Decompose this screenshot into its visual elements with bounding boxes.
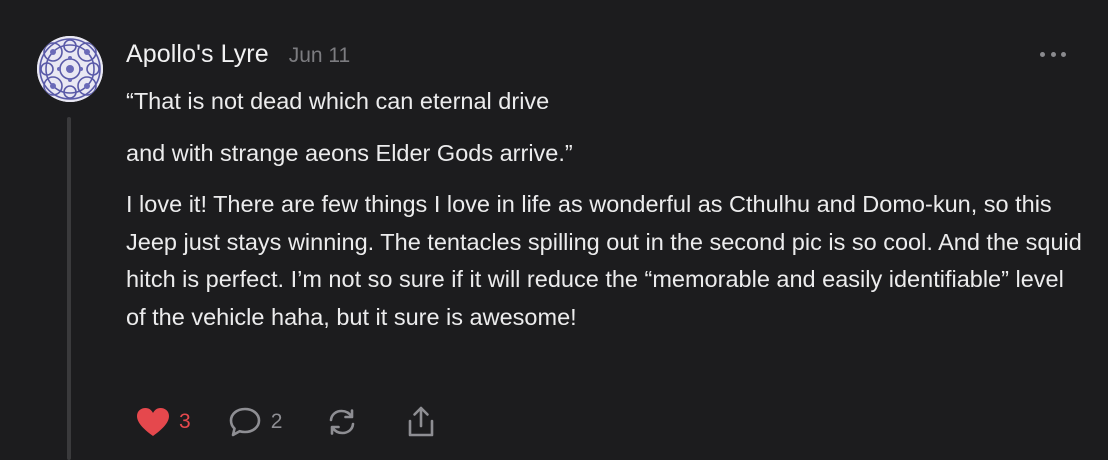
comment-body: “That is not dead which can eternal driv…: [126, 83, 1086, 336]
like-button[interactable]: 3: [136, 407, 191, 437]
comment-date[interactable]: Jun 11: [289, 44, 351, 68]
comment-paragraph: “That is not dead which can eternal driv…: [126, 88, 550, 114]
reply-button[interactable]: 2: [228, 406, 283, 438]
comment: Apollo's Lyre Jun 11 “That is not dead w…: [0, 0, 1108, 460]
share-button[interactable]: [406, 405, 436, 439]
author-name[interactable]: Apollo's Lyre: [126, 40, 269, 69]
ornamental-pattern-avatar: [37, 36, 103, 102]
restack-button[interactable]: [326, 406, 358, 438]
speech-bubble-icon: [229, 407, 260, 437]
heart-icon: [137, 408, 169, 436]
restack-icon: [330, 409, 355, 435]
share-icon: [409, 406, 434, 437]
comment-header: Apollo's Lyre Jun 11: [126, 40, 350, 69]
more-horizontal-icon: [1040, 51, 1045, 57]
reply-count: 2: [270, 410, 283, 433]
comment-paragraph: and with strange aeons Elder Gods arrive…: [126, 139, 573, 166]
thread-line[interactable]: [67, 117, 71, 460]
more-options-button[interactable]: [1040, 48, 1066, 60]
like-count: 3: [179, 410, 191, 433]
author-avatar[interactable]: [37, 36, 103, 102]
comment-paragraph: I love it! There are few things I love i…: [126, 191, 1082, 330]
comment-actions: 3 2: [136, 402, 436, 442]
